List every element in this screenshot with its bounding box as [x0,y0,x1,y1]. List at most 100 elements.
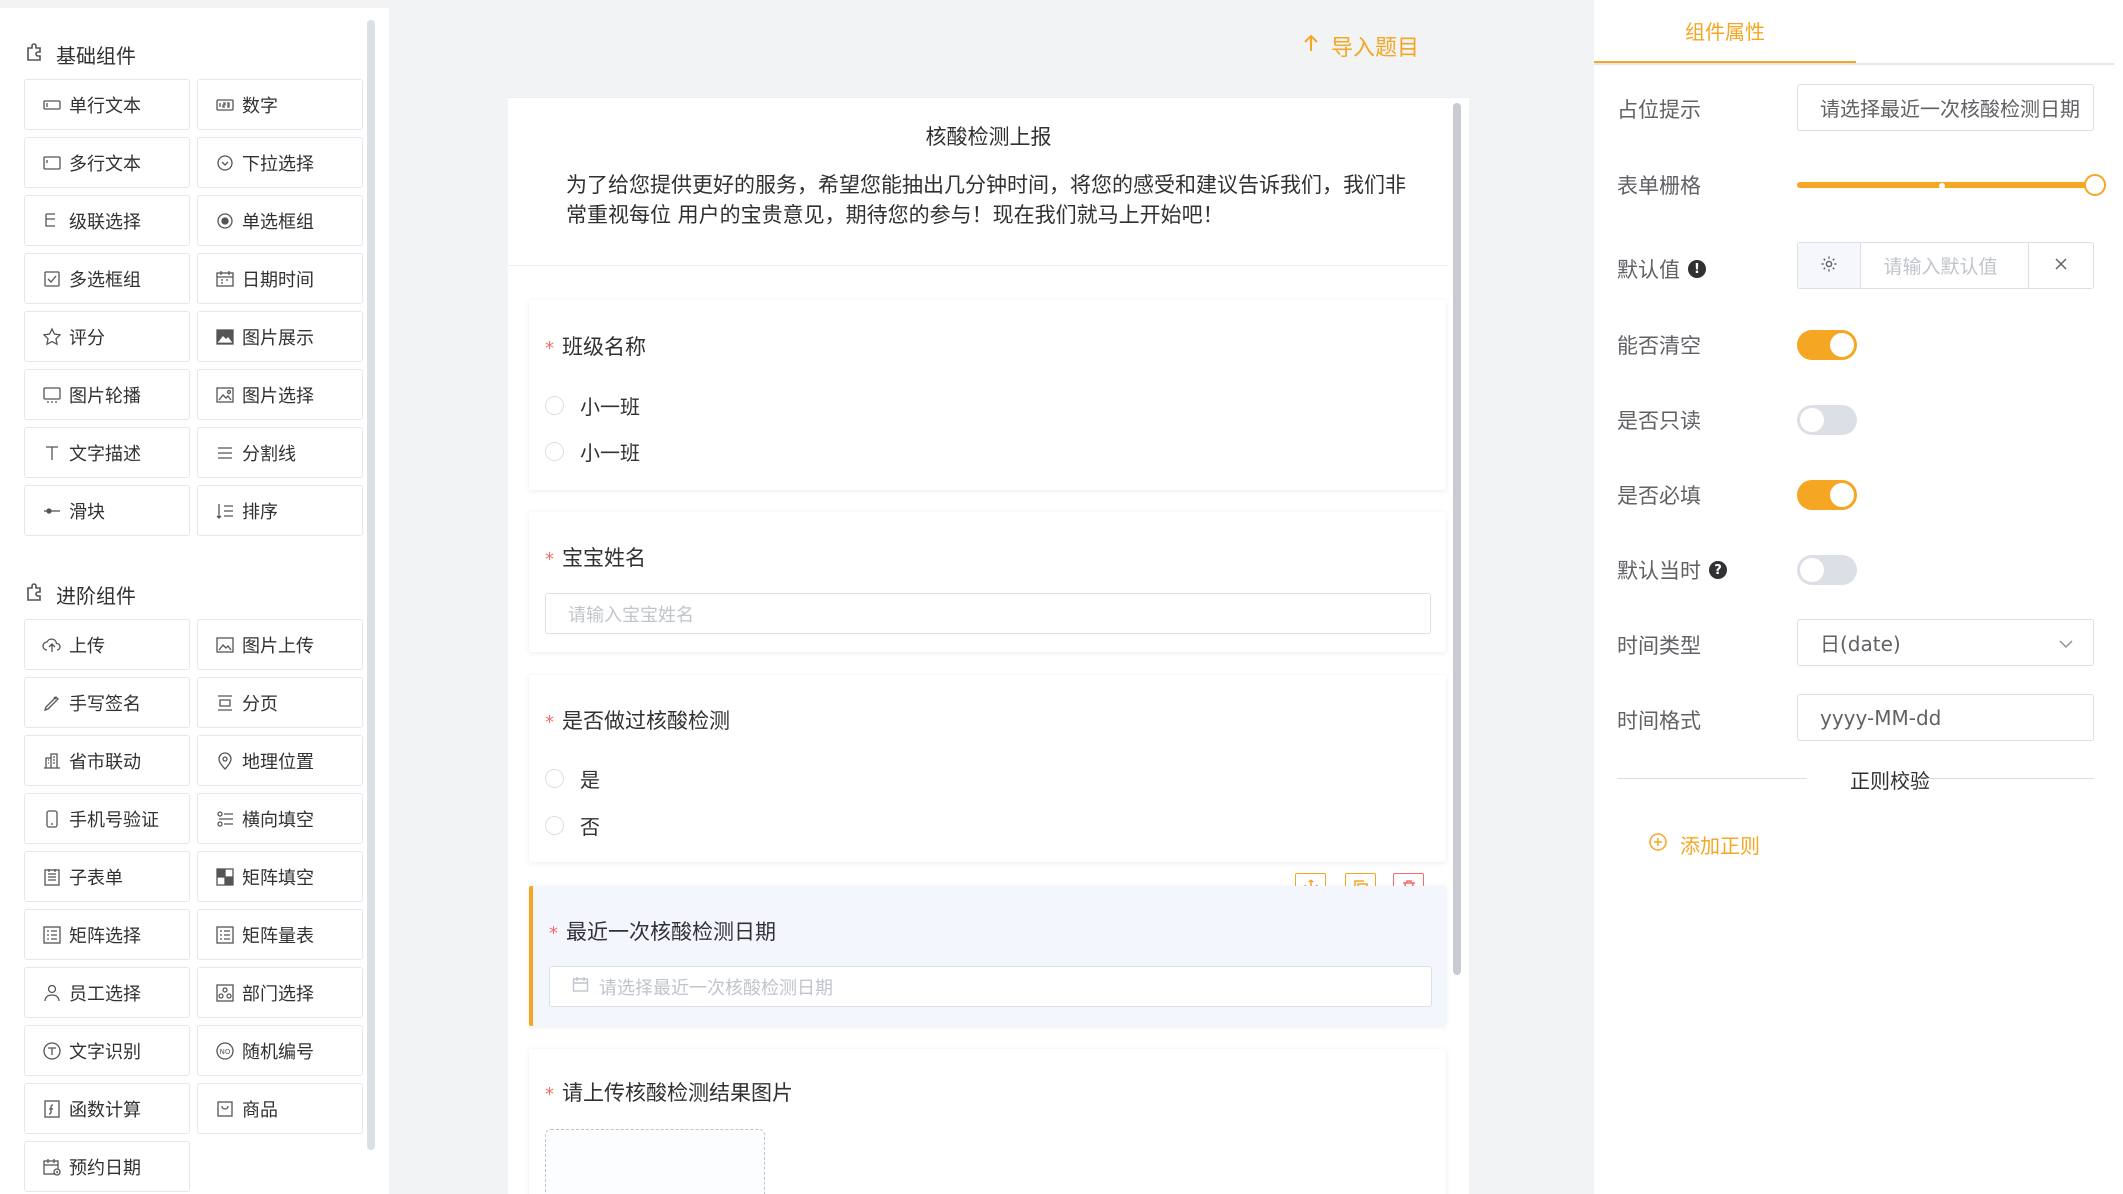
component-department[interactable]: 部门选择 [197,967,363,1018]
field-last-test-date[interactable]: * 最近一次核酸检测日期 请选择最近一次核酸检测日期 [529,886,1446,1026]
baby-name-input[interactable]: 请输入宝宝姓名 [545,593,1431,634]
radio-circle[interactable] [545,769,564,788]
field-tested[interactable]: * 是否做过核酸检测 是 否 [529,675,1446,862]
component-random-number[interactable]: NO 随机编号 [197,1025,363,1076]
component-city[interactable]: 省市联动 [24,735,190,786]
component-calendar[interactable]: 日期时间 [197,253,363,304]
import-questions-button[interactable]: 导入题目 [1303,30,1419,62]
component-radio[interactable]: 单选框组 [197,195,363,246]
switch-knob [1800,408,1824,432]
regex-rule-title: 正则校验 [1850,769,1930,793]
last-test-date-picker[interactable]: 请选择最近一次核酸检测日期 [549,966,1432,1007]
required-mark: * [545,549,554,570]
component-appointment[interactable]: 预约日期 [24,1141,190,1192]
component-matrix-fill[interactable]: 矩阵填空 [197,851,363,902]
component-cascader[interactable]: 级联选择 [24,195,190,246]
cascader-icon [42,211,62,231]
default-settings-button[interactable] [1798,243,1862,288]
component-star[interactable]: 评分 [24,311,190,362]
default-now-switch[interactable] [1797,555,1857,585]
field-label: * 是否做过核酸检测 [545,709,730,733]
field-result-image-upload[interactable]: * 请上传核酸检测结果图片 [529,1049,1446,1194]
component-label: 单选框组 [242,211,314,233]
component-label: 矩阵填空 [242,867,314,889]
plus-circle-icon [1648,832,1668,857]
time-type-label: 时间类型 [1617,634,1701,658]
component-label: 手写签名 [69,693,141,715]
tab-component-properties[interactable]: 组件属性 [1594,0,1856,64]
component-sort[interactable]: 排序 [197,485,363,536]
component-image-select[interactable]: 图片选择 [197,369,363,420]
canvas-scrollbar[interactable] [1453,103,1461,975]
component-user[interactable]: 员工选择 [24,967,190,1018]
component-function[interactable]: 函数计算 [24,1083,190,1134]
function-icon [42,1099,62,1119]
required-switch[interactable] [1797,480,1857,510]
clearable-switch[interactable] [1797,330,1857,360]
clear-default-button[interactable] [2027,243,2093,288]
component-text[interactable]: 文字描述 [24,427,190,478]
component-label: 横向填空 [242,809,314,831]
component-location[interactable]: 地理位置 [197,735,363,786]
clearable-label: 能否清空 [1617,334,1701,358]
carousel-icon [42,385,62,405]
upload-icon [42,635,62,655]
time-format-input[interactable]: yyyy-MM-dd [1797,694,2094,741]
component-signature[interactable]: 手写签名 [24,677,190,728]
component-number[interactable]: 数字 [197,79,363,130]
puzzle-icon [24,580,48,609]
radio-option[interactable]: 是 [545,764,600,793]
component-checkbox[interactable]: 多选框组 [24,253,190,304]
grid-slider[interactable] [1797,174,2106,196]
component-label: 滑块 [69,501,105,523]
component-ocr[interactable]: 文字识别 [24,1025,190,1076]
component-label: 员工选择 [69,983,141,1005]
radio-option[interactable]: 否 [545,811,600,840]
component-textarea[interactable]: 多行文本 [24,137,190,188]
matrix-fill-icon [215,867,235,887]
field-class-name[interactable]: * 班级名称 小一班 小一班 [529,300,1446,490]
component-pagination[interactable]: 分页 [197,677,363,728]
radio-option[interactable]: 小一班 [545,437,640,466]
component-select[interactable]: 下拉选择 [197,137,363,188]
readonly-switch[interactable] [1797,405,1857,435]
component-label: 图片展示 [242,327,314,349]
radio-circle[interactable] [545,442,564,461]
rule-divider-right [1927,778,2094,779]
info-icon[interactable]: ! [1688,260,1706,278]
palette-scrollbar[interactable] [367,20,375,1150]
switch-knob [1830,333,1854,357]
component-matrix-scale[interactable]: 矩阵量表 [197,909,363,960]
placeholder-input[interactable]: 请选择最近一次核酸检测日期 [1797,84,2094,131]
component-label: 级联选择 [69,211,141,233]
default-value-input[interactable]: 请输入默认值 [1861,243,2027,288]
component-matrix-select[interactable]: 矩阵选择 [24,909,190,960]
component-divider[interactable]: 分割线 [197,427,363,478]
component-upload[interactable]: 上传 [24,619,190,670]
component-product[interactable]: 商品 [197,1083,363,1134]
fill-blank-icon [215,809,235,829]
radio-circle[interactable] [545,816,564,835]
field-baby-name[interactable]: * 宝宝姓名 请输入宝宝姓名 [529,512,1446,652]
component-label: 省市联动 [69,751,141,773]
component-slider[interactable]: 滑块 [24,485,190,536]
help-icon[interactable]: ? [1709,561,1727,579]
component-phone[interactable]: 手机号验证 [24,793,190,844]
component-image-upload[interactable]: 图片上传 [197,619,363,670]
slider-handle[interactable] [2084,174,2106,196]
radio-option[interactable]: 小一班 [545,391,640,420]
component-input[interactable]: 单行文本 [24,79,190,130]
ocr-icon [42,1041,62,1061]
component-label: 文字描述 [69,443,141,465]
component-carousel[interactable]: 图片轮播 [24,369,190,420]
add-regex-button[interactable]: 添加正则 [1648,830,1760,859]
component-label: 多行文本 [69,153,141,175]
image-upload-box[interactable] [545,1129,765,1194]
component-fill-blank[interactable]: 横向填空 [197,793,363,844]
radio-circle[interactable] [545,396,564,415]
time-type-select[interactable]: 日(date) [1797,619,2094,666]
readonly-label: 是否只读 [1617,409,1701,433]
basic-components-grid: 单行文本 数字多行文本 下拉选择级联选择 单选框组多选框组 日期时间 评分 图片展示图片轮播… [24,79,363,536]
component-image[interactable]: 图片展示 [197,311,363,362]
component-subform[interactable]: 子表单 [24,851,190,902]
